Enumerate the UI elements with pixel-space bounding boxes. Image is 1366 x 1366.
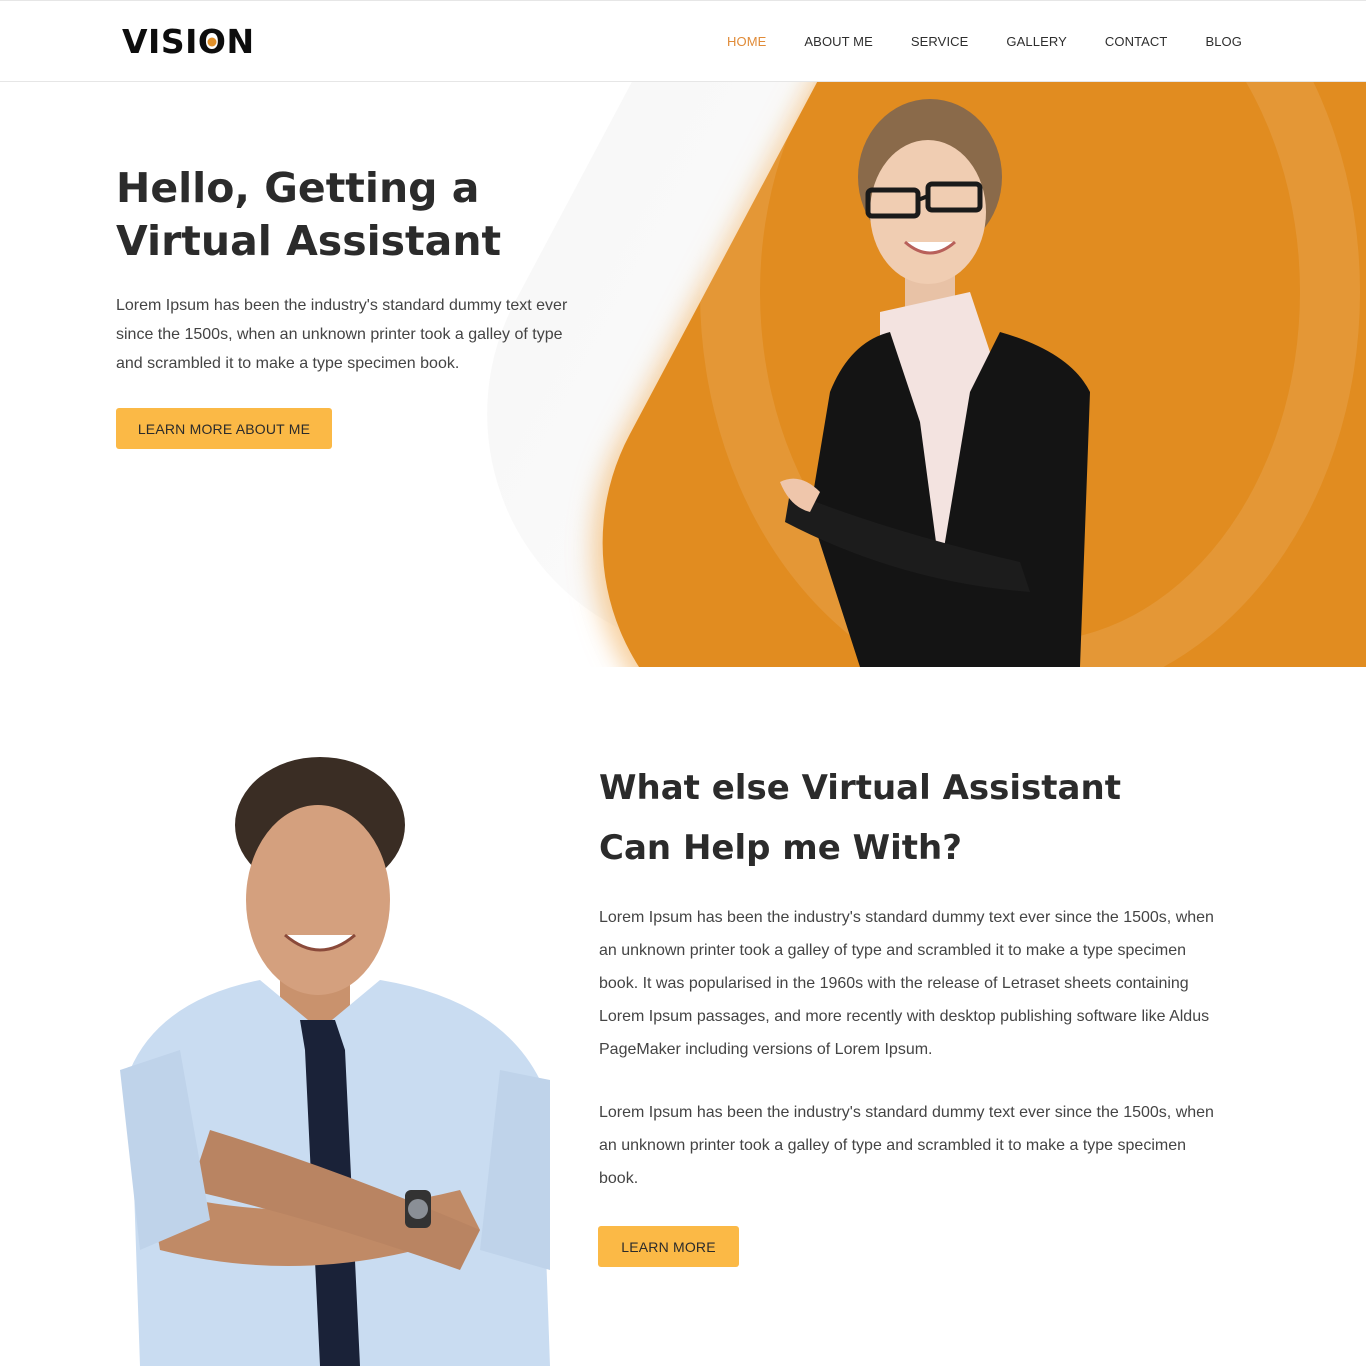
nav-contact[interactable]: CONTACT [1105,34,1168,50]
hero-description: Lorem Ipsum has been the industry's stan… [116,297,568,372]
section-paragraph-1: Lorem Ipsum has been the industry's stan… [599,909,1214,1058]
logo-text-start: VISI [122,22,198,61]
hero-title: Hello, Getting a Virtual Assistant [116,164,502,265]
nav-about-me[interactable]: ABOUT ME [804,34,872,50]
businesswoman-image [780,99,1090,667]
logo-letter-o: O [198,23,227,61]
logo-dot-icon [207,37,217,47]
nav-gallery[interactable]: GALLERY [1006,34,1066,50]
nav-blog[interactable]: BLOG [1205,34,1242,50]
businessman-image [120,757,550,1366]
section-paragraph-2: Lorem Ipsum has been the industry's stan… [599,1104,1214,1187]
section-title: What else Virtual Assistant Can Help me … [599,768,1121,868]
hero-section: Hello, Getting a Virtual Assistant Lorem… [0,82,1366,667]
site-header: VISION HOME ABOUT ME SERVICE GALLERY CON… [0,0,1366,82]
nav-home[interactable]: HOME [727,34,766,50]
learn-more-button[interactable]: LEARN MORE [598,1226,739,1267]
logo[interactable]: VISION [122,23,255,61]
main-nav: HOME ABOUT ME SERVICE GALLERY CONTACT BL… [727,34,1280,50]
learn-more-about-me-button[interactable]: LEARN MORE ABOUT ME [116,408,332,449]
logo-text-end: N [226,22,255,61]
nav-service[interactable]: SERVICE [911,34,969,50]
